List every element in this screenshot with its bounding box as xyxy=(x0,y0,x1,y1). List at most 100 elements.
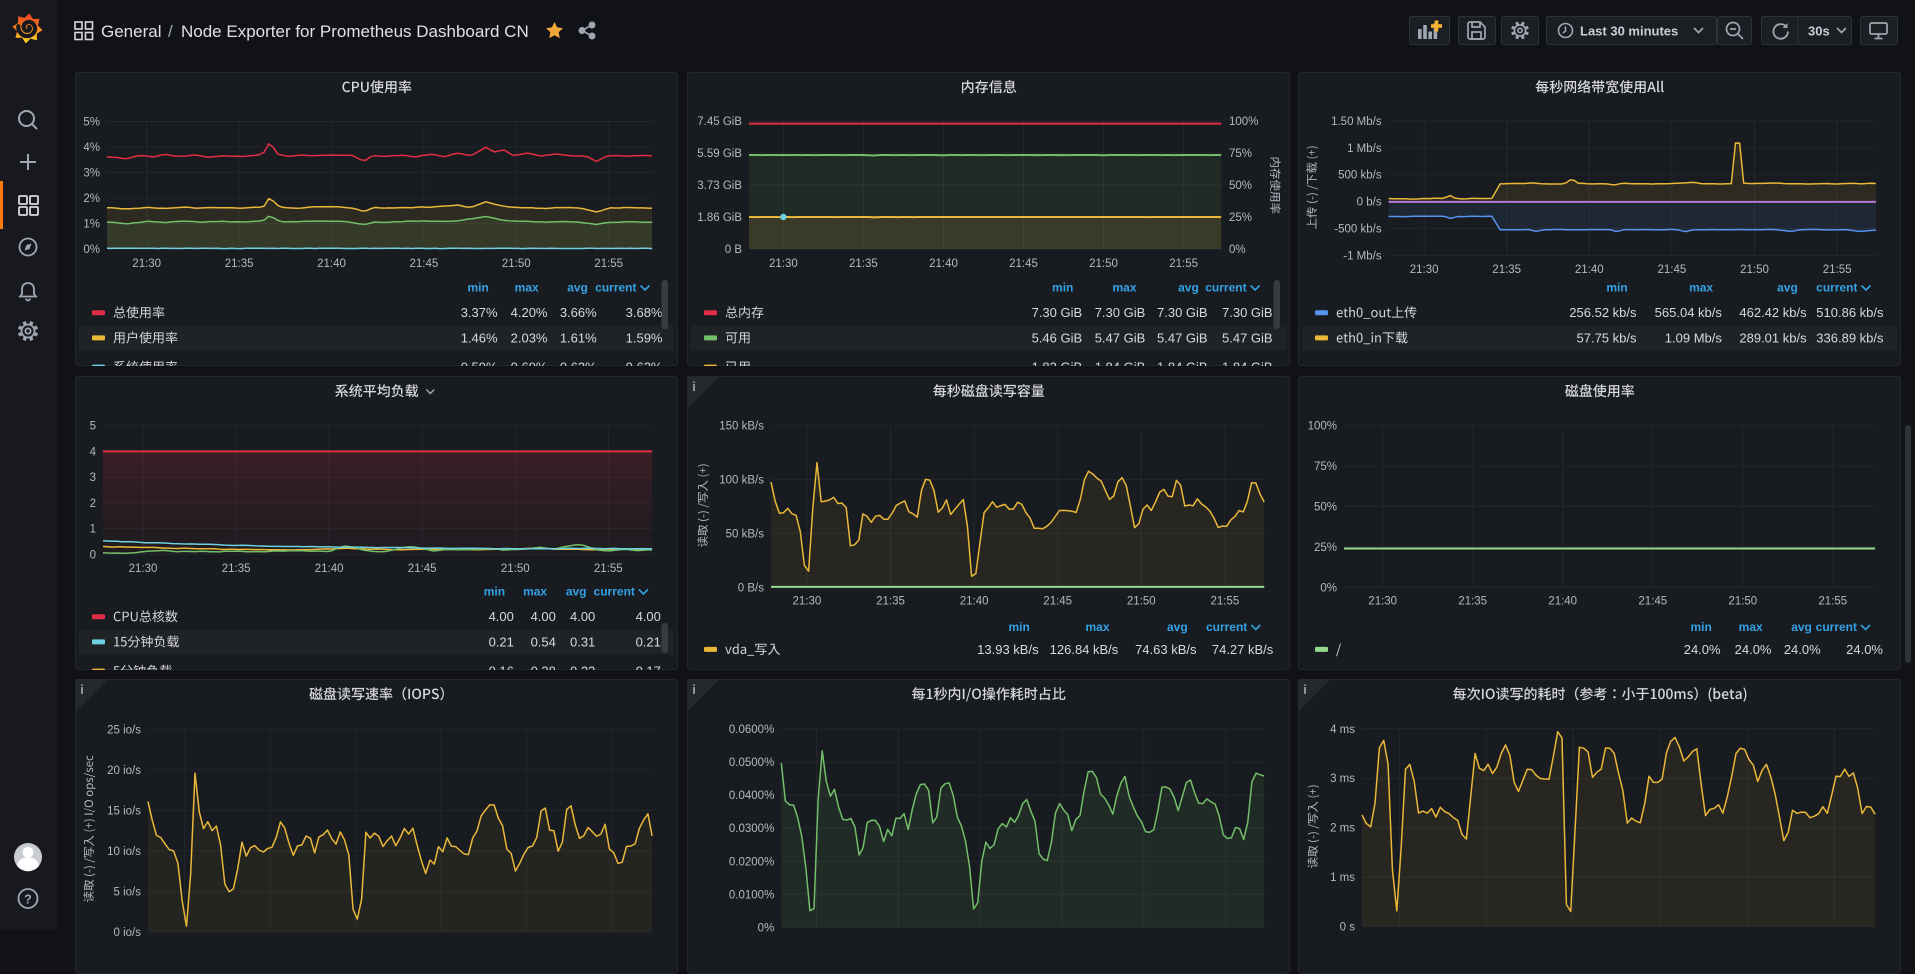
svg-text:21:50: 21:50 xyxy=(502,258,531,270)
svg-text:21:40: 21:40 xyxy=(317,258,346,270)
svg-text:1.59%: 1.59% xyxy=(626,330,663,345)
svg-text:1%: 1% xyxy=(83,219,100,231)
svg-text:avg: avg xyxy=(1167,620,1188,634)
svg-text:0%: 0% xyxy=(758,922,775,934)
svg-text:21:45: 21:45 xyxy=(1658,264,1687,276)
svg-text:max: max xyxy=(1085,620,1109,634)
svg-text:1.61%: 1.61% xyxy=(560,330,597,345)
svg-text:21:50: 21:50 xyxy=(501,563,530,575)
svg-text:1.84 GiB: 1.84 GiB xyxy=(1157,360,1208,366)
svg-text:7.30 GiB: 7.30 GiB xyxy=(1157,305,1208,320)
svg-text:21:40: 21:40 xyxy=(960,595,989,607)
svg-text:0.38: 0.38 xyxy=(531,663,556,669)
svg-text:21:30: 21:30 xyxy=(769,258,798,270)
svg-text:21:40: 21:40 xyxy=(929,258,958,270)
svg-text:avg: avg xyxy=(567,281,588,295)
svg-text:current: current xyxy=(1816,620,1857,634)
svg-text:21:30: 21:30 xyxy=(1410,264,1439,276)
svg-text:min: min xyxy=(467,281,488,295)
svg-text:21:35: 21:35 xyxy=(1458,595,1487,607)
svg-text:General: General xyxy=(101,22,161,41)
svg-text:21:55: 21:55 xyxy=(1818,595,1847,607)
svg-text:0: 0 xyxy=(90,549,96,561)
svg-text:21:50: 21:50 xyxy=(1127,595,1156,607)
svg-text:57.75 kb/s: 57.75 kb/s xyxy=(1577,330,1637,345)
svg-text:21:35: 21:35 xyxy=(1492,264,1521,276)
svg-text:max: max xyxy=(1689,281,1713,295)
svg-text:max: max xyxy=(523,584,547,598)
svg-text:510.86 kb/s: 510.86 kb/s xyxy=(1816,305,1884,320)
svg-text:15 io/s: 15 io/s xyxy=(107,805,141,817)
svg-text:avg: avg xyxy=(566,584,587,598)
svg-text:Node Exporter for Prometheus D: Node Exporter for Prometheus Dashboard C… xyxy=(181,22,529,41)
svg-text:0.16: 0.16 xyxy=(489,663,514,669)
svg-text:Last 30 minutes: Last 30 minutes xyxy=(1580,24,1678,39)
svg-text:21:35: 21:35 xyxy=(876,595,905,607)
svg-text:0.0500%: 0.0500% xyxy=(729,757,774,769)
svg-text:0.22: 0.22 xyxy=(570,663,595,669)
svg-text:min: min xyxy=(484,584,505,598)
svg-text:24.0%: 24.0% xyxy=(1735,641,1772,656)
svg-text:21:50: 21:50 xyxy=(1740,264,1769,276)
svg-text:avg: avg xyxy=(1791,620,1812,634)
svg-text:1.46%: 1.46% xyxy=(461,330,498,345)
svg-text:1: 1 xyxy=(90,523,96,535)
svg-text:21:40: 21:40 xyxy=(315,563,344,575)
svg-text:0.0400%: 0.0400% xyxy=(729,790,774,802)
svg-text:0 b/s: 0 b/s xyxy=(1357,197,1382,209)
svg-text:1.86 GiB: 1.86 GiB xyxy=(697,212,742,224)
svg-text:0.0300%: 0.0300% xyxy=(729,823,774,835)
svg-text:0.59%: 0.59% xyxy=(461,360,498,366)
svg-text:i: i xyxy=(692,379,696,394)
svg-text:21:45: 21:45 xyxy=(1009,258,1038,270)
svg-text:0.63%: 0.63% xyxy=(560,360,597,366)
svg-text:3.73 GiB: 3.73 GiB xyxy=(697,180,742,192)
svg-text:current: current xyxy=(594,584,635,598)
svg-text:3.68%: 3.68% xyxy=(626,305,663,320)
svg-text:50%: 50% xyxy=(1229,180,1252,192)
svg-text:21:55: 21:55 xyxy=(1169,258,1198,270)
svg-text:i: i xyxy=(692,682,696,697)
svg-text:7.30 GiB: 7.30 GiB xyxy=(1032,305,1083,320)
svg-text:50 kB/s: 50 kB/s xyxy=(726,528,765,540)
svg-text:max: max xyxy=(1739,620,1763,634)
svg-text:100%: 100% xyxy=(1229,116,1258,128)
svg-text:1 Mb/s: 1 Mb/s xyxy=(1347,143,1382,155)
svg-text:3.37%: 3.37% xyxy=(461,305,498,320)
svg-text:3.66%: 3.66% xyxy=(560,305,597,320)
svg-text:74.63 kB/s: 74.63 kB/s xyxy=(1135,641,1197,656)
svg-text:21:40: 21:40 xyxy=(1575,264,1604,276)
svg-text:4.00: 4.00 xyxy=(636,609,661,624)
svg-text:21:35: 21:35 xyxy=(225,258,254,270)
svg-text:1.50 Mb/s: 1.50 Mb/s xyxy=(1331,116,1382,128)
svg-text:0.69%: 0.69% xyxy=(511,360,548,366)
svg-text:0.54: 0.54 xyxy=(531,634,556,649)
svg-text:24.0%: 24.0% xyxy=(1684,641,1721,656)
svg-text:3 ms: 3 ms xyxy=(1330,773,1355,785)
svg-text:7.30 GiB: 7.30 GiB xyxy=(1095,305,1146,320)
svg-text:21:55: 21:55 xyxy=(594,563,623,575)
svg-text:min: min xyxy=(1606,281,1627,295)
svg-text:500 kb/s: 500 kb/s xyxy=(1338,170,1382,182)
svg-text:75%: 75% xyxy=(1314,461,1337,473)
svg-text:-500 kb/s: -500 kb/s xyxy=(1334,224,1382,236)
svg-text:current: current xyxy=(1205,281,1246,295)
svg-text:5.47 GiB: 5.47 GiB xyxy=(1157,330,1208,345)
svg-text:24.0%: 24.0% xyxy=(1784,641,1821,656)
svg-text:4 ms: 4 ms xyxy=(1330,724,1355,736)
svg-text:0.0200%: 0.0200% xyxy=(729,856,774,868)
svg-text:21:30: 21:30 xyxy=(129,563,158,575)
svg-text:5.47 GiB: 5.47 GiB xyxy=(1095,330,1146,345)
svg-text:current: current xyxy=(1206,620,1247,634)
svg-text:4: 4 xyxy=(90,446,97,458)
svg-text:2: 2 xyxy=(90,497,96,509)
svg-text:0%: 0% xyxy=(1320,582,1337,594)
svg-text:2%: 2% xyxy=(83,193,100,205)
svg-text:21:40: 21:40 xyxy=(1548,595,1577,607)
svg-text:21:30: 21:30 xyxy=(793,595,822,607)
svg-text:462.42 kb/s: 462.42 kb/s xyxy=(1739,305,1807,320)
svg-text:4%: 4% xyxy=(83,142,100,154)
svg-text:21:55: 21:55 xyxy=(594,258,623,270)
svg-text:current: current xyxy=(595,281,636,295)
svg-text:126.84 kB/s: 126.84 kB/s xyxy=(1050,641,1119,656)
